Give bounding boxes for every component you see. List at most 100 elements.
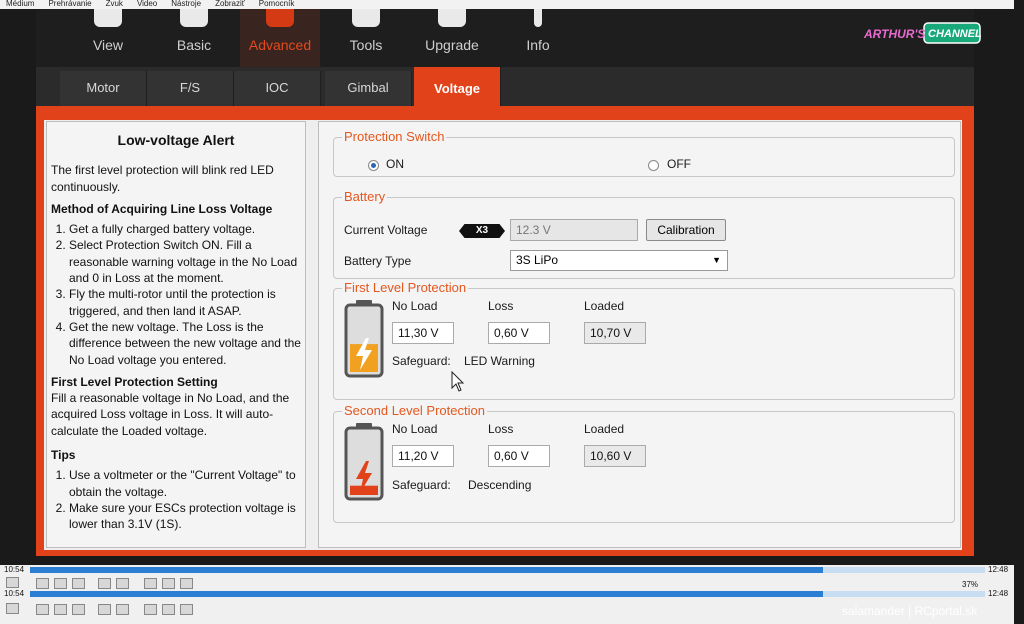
svg-text:ARTHUR'S: ARTHUR'S (863, 27, 925, 41)
time-total: 12:48 (988, 565, 1009, 574)
loop-icon[interactable] (162, 578, 175, 589)
second-no-load-input[interactable]: 11,20 V (392, 445, 454, 467)
prev-icon-2[interactable] (36, 604, 49, 615)
menu-item-playback[interactable]: Prehrávanie (48, 0, 91, 8)
seek-bar[interactable] (30, 567, 985, 573)
tab-motor[interactable]: Motor (60, 71, 147, 106)
second-loaded-label: Loaded (584, 422, 625, 436)
menu-item-media[interactable]: Médium (6, 0, 34, 8)
play-icon-2[interactable] (6, 603, 19, 614)
upgrade-icon (438, 9, 466, 27)
menu-bar: Médium Prehrávanie Zvuk Video Nástroje Zobraz… (0, 0, 1014, 9)
battery-type-select[interactable]: 3S LiPo ▼ (510, 250, 728, 271)
tab-voltage[interactable]: Voltage (414, 67, 501, 106)
fullscreen-icon-2[interactable] (98, 604, 111, 615)
first-loss-input[interactable]: 0,60 V (488, 322, 550, 344)
battery-low-icon (344, 423, 384, 501)
protection-off-radio[interactable] (648, 160, 659, 171)
arthurs-channel-logo: ARTHUR'S CHANNEL (863, 22, 982, 44)
nav-upgrade-label: Upgrade (425, 37, 479, 53)
list-item: Get the new voltage. The Loss is the dif… (69, 319, 305, 368)
stop-icon-2[interactable] (54, 604, 67, 615)
playlist-icon-2[interactable] (144, 604, 157, 615)
nav-info-label: Info (526, 37, 550, 53)
shuffle-icon-2[interactable] (180, 604, 193, 615)
svg-text:CHANNEL: CHANNEL (928, 28, 982, 40)
second-loaded-field: 10,60 V (584, 445, 646, 467)
protection-switch-group: Protection Switch ON OFF (333, 129, 955, 177)
nav-upgrade[interactable]: Upgrade (412, 9, 492, 67)
tools-icon (352, 9, 380, 27)
seek-progress (30, 567, 823, 573)
second-loss-input[interactable]: 0,60 V (488, 445, 550, 467)
list-item: Select Protection Switch ON. Fill a reas… (69, 237, 305, 286)
next-icon-2[interactable] (72, 604, 85, 615)
dropdown-arrow-icon: ▼ (712, 255, 721, 265)
protection-off-label: OFF (667, 157, 691, 171)
tab-ioc[interactable]: IOC (234, 71, 321, 106)
protection-on-label: ON (386, 157, 404, 171)
battery-level-icon (344, 300, 384, 378)
second-no-load-label: No Load (392, 422, 438, 436)
tab-gimbal[interactable]: Gimbal (325, 71, 412, 106)
help-method-heading: Method of Acquiring Line Loss Voltage (51, 201, 273, 216)
top-nav: View Basic Advanced Tools Upgrade Info (36, 9, 974, 67)
first-loss-label: Loss (488, 299, 514, 313)
loop-icon-2[interactable] (162, 604, 175, 615)
prev-icon[interactable] (36, 578, 49, 589)
battery-type-value: 3S LiPo (516, 253, 559, 267)
list-item: Fly the multi-rotor until the protection… (69, 286, 305, 319)
play-icon[interactable] (6, 577, 19, 588)
menu-item-audio[interactable]: Zvuk (106, 0, 123, 8)
seek-bar-2[interactable] (30, 591, 985, 597)
calibration-button[interactable]: Calibration (646, 219, 726, 241)
tab-fs[interactable]: F/S (147, 71, 234, 106)
stop-icon[interactable] (54, 578, 67, 589)
second-level-group: Second Level Protection No Load Loss Loa… (333, 403, 955, 523)
equalizer-icon[interactable] (116, 578, 129, 589)
menu-item-help[interactable]: Pomocník (259, 0, 295, 8)
nav-view[interactable]: View (68, 9, 148, 67)
nav-basic[interactable]: Basic (154, 9, 234, 67)
second-safeguard-label: Safeguard: (392, 478, 451, 492)
shuffle-icon[interactable] (180, 578, 193, 589)
help-method-steps: Get a fully charged battery voltage. Sel… (47, 221, 305, 368)
cell-count-badge: X3 (459, 224, 505, 238)
first-loaded-label: Loaded (584, 299, 625, 313)
mouse-cursor-icon (451, 371, 465, 392)
battery-group: Battery Current Voltage X3 12.3 V Calibr… (333, 189, 955, 279)
protection-on-radio[interactable] (368, 160, 379, 171)
first-loaded-field: 10,70 V (584, 322, 646, 344)
menu-item-view[interactable]: Zobraziť (215, 0, 245, 8)
advanced-icon (266, 9, 294, 27)
nav-tools[interactable]: Tools (326, 9, 406, 67)
nav-advanced[interactable]: Advanced (240, 9, 320, 67)
next-icon[interactable] (72, 578, 85, 589)
battery-type-label: Battery Type (344, 254, 412, 268)
help-first-text: Fill a reasonable voltage in No Load, an… (51, 391, 290, 438)
time-total-2: 12:48 (988, 589, 1009, 598)
nav-view-label: View (92, 37, 124, 53)
playlist-icon[interactable] (144, 578, 157, 589)
menu-item-tools[interactable]: Nástroje (171, 0, 201, 8)
tab-bar: Motor F/S IOC Gimbal Voltage (36, 67, 974, 106)
nav-info[interactable]: Info (498, 9, 578, 67)
settings-panel: Protection Switch ON OFF Battery Current… (318, 121, 961, 548)
help-tips: Use a voltmeter or the "Current Voltage"… (47, 467, 305, 532)
current-voltage-label: Current Voltage (344, 223, 428, 237)
list-item: Use a voltmeter or the "Current Voltage"… (69, 467, 305, 500)
menu-item-video[interactable]: Video (137, 0, 157, 8)
first-no-load-input[interactable]: 11,30 V (392, 322, 454, 344)
channel-credit: salamander | RCportal.sk (842, 604, 978, 618)
help-first-heading: First Level Protection Setting (51, 374, 218, 389)
help-panel: Low-voltage Alert The first level protec… (46, 121, 306, 548)
window-edge (1014, 0, 1024, 624)
equalizer-icon-2[interactable] (116, 604, 129, 615)
second-safeguard-value: Descending (468, 478, 532, 492)
nav-advanced-label: Advanced (248, 37, 312, 53)
volume-level: 37% (962, 580, 979, 589)
second-level-title: Second Level Protection (342, 403, 487, 418)
help-title: Low-voltage Alert (117, 132, 235, 148)
fullscreen-icon[interactable] (98, 578, 111, 589)
list-item: Make sure your ESCs protection voltage i… (69, 500, 305, 533)
